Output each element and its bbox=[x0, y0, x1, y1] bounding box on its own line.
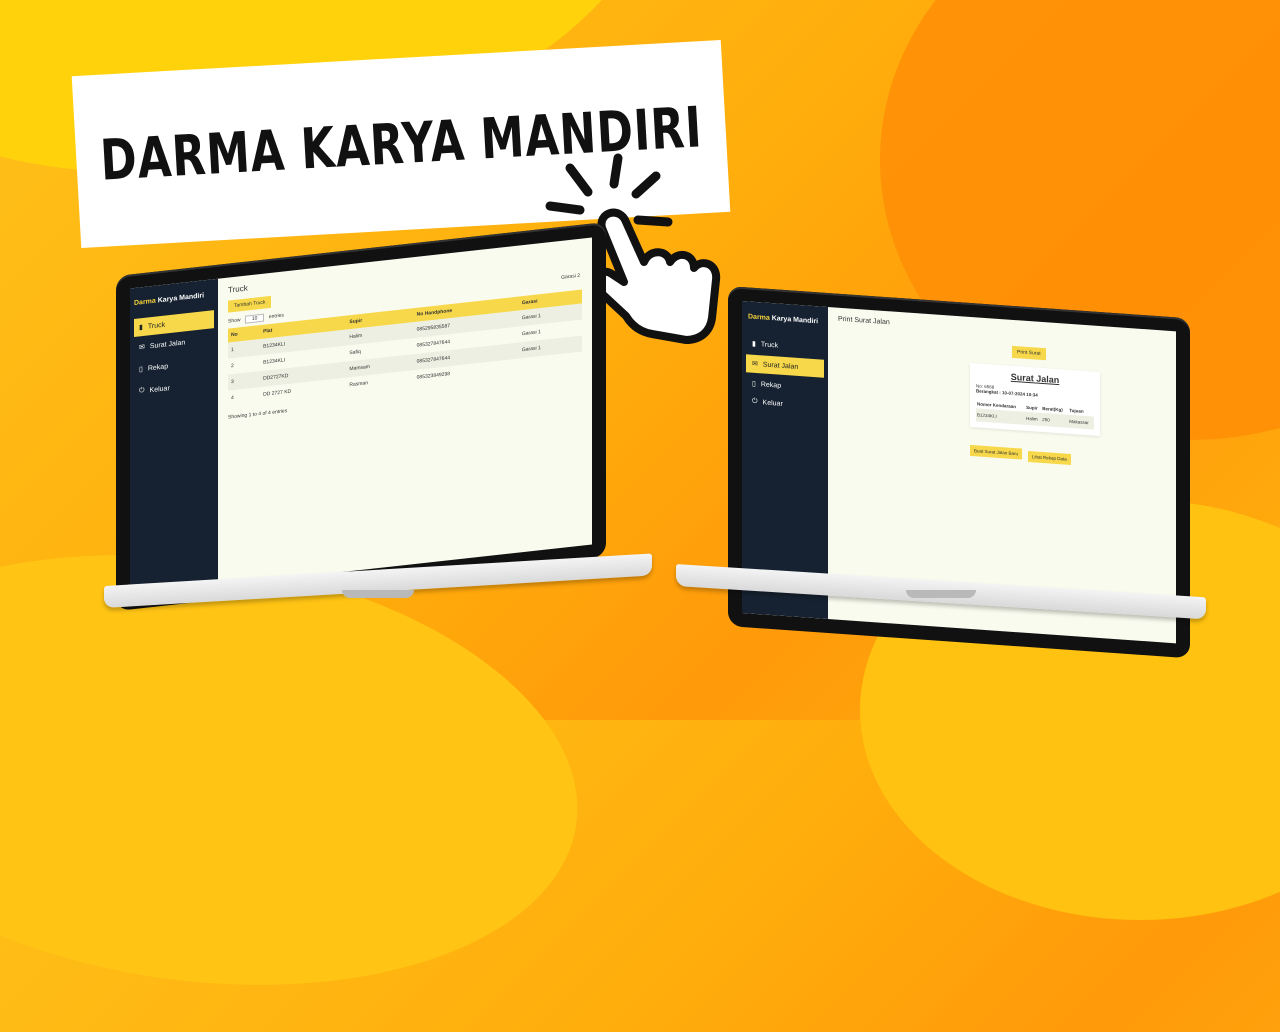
lihat-rekap-button[interactable]: Lihat Rekap Data bbox=[1028, 450, 1071, 465]
laptop-notch bbox=[342, 590, 414, 598]
envelope-icon: ✉ bbox=[752, 360, 758, 369]
power-icon: ⏻ bbox=[752, 397, 758, 406]
truck-icon: ▮ bbox=[752, 340, 756, 348]
surat-jalan-card: Surat Jalan No: 6568 Berangkat : 10-07-2… bbox=[970, 362, 1100, 437]
truck-table: No Plat Supir No Handphone Garasi 1 B1234… bbox=[228, 289, 582, 407]
sidebar: Darma Karya Mandiri ▮ Truck ✉ Surat Jalan … bbox=[130, 278, 218, 596]
entries-select[interactable]: 10 bbox=[244, 313, 265, 324]
document-icon: ▯ bbox=[139, 366, 143, 374]
laptop-notch bbox=[906, 590, 976, 598]
left-laptop: Darma Karya Mandiri ▮ Truck ✉ Surat Jalan … bbox=[104, 221, 664, 648]
envelope-icon: ✉ bbox=[139, 343, 145, 352]
surat-table: Nomor Kendaraan Supir Berat(Kg) Tujuan B… bbox=[976, 399, 1094, 430]
truck-app-screen: Darma Karya Mandiri ▮ Truck ✉ Surat Jalan … bbox=[130, 237, 592, 596]
truck-main: Truck Tambah Truck Show 10 entries No Pl… bbox=[218, 237, 592, 585]
power-icon: ⏻ bbox=[139, 386, 145, 395]
document-icon: ▯ bbox=[752, 380, 756, 388]
truck-icon: ▮ bbox=[139, 324, 143, 332]
tambah-truck-button[interactable]: Tambah Truck bbox=[228, 295, 272, 313]
print-surat-button[interactable]: Print Surat bbox=[1012, 345, 1046, 361]
buat-surat-baru-button[interactable]: Buat Surat Jalan Baru bbox=[970, 444, 1023, 460]
right-laptop: Darma Karya Mandiri ▮ Truck ✉ Surat Jalan … bbox=[676, 286, 1216, 666]
page-title: Print Surat Jalan bbox=[838, 315, 890, 327]
